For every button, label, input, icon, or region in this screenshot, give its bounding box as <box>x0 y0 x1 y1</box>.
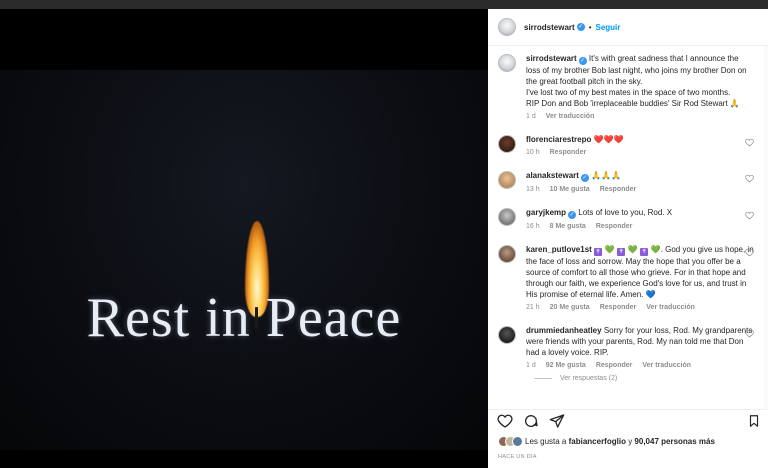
follow-button[interactable]: Seguir <box>596 23 621 32</box>
avatar[interactable] <box>498 208 516 226</box>
likes-count[interactable]: 20 Me gusta <box>550 304 590 311</box>
comment-author[interactable]: karen_putlove1st <box>526 245 592 254</box>
verified-icon: ✓ <box>580 174 589 182</box>
view-replies-label[interactable]: Ver respuestas (2) <box>560 375 617 382</box>
bookmark-icon[interactable] <box>746 413 762 429</box>
comments-feed[interactable]: sirrodstewart ✓ It's with great sadness t… <box>488 47 768 409</box>
liker-avatars[interactable] <box>498 436 523 447</box>
caption-line-3: RIP Don and Bob 'irreplaceable buddies' … <box>526 99 740 108</box>
post-actions <box>488 409 768 431</box>
comment: karen_putlove1st ✝ 💚 ✝ 💚 ✝ 💚. God you gi… <box>488 244 768 311</box>
like-heart-icon[interactable] <box>745 211 754 220</box>
caption-time: 1 d <box>526 113 536 120</box>
reply-link[interactable]: Responder <box>600 304 637 311</box>
comment: florenciarestrepo ❤️❤️❤️ 10 h Responder <box>488 134 768 156</box>
post-media[interactable]: Rest in Peace <box>0 9 488 468</box>
comment-text: Lots of love to you, Rod. X <box>578 208 673 217</box>
comment-emoji-row: ✝ 💚 ✝ 💚 ✝ 💚 <box>594 245 661 256</box>
comment-time: 10 h <box>526 149 540 156</box>
post-side-panel: sirrodstewart ✓ • Seguir sirrodstewart ✓ … <box>488 9 768 468</box>
comment-time: 13 h <box>526 186 540 193</box>
like-heart-icon[interactable] <box>497 413 513 429</box>
avatar[interactable] <box>498 326 516 344</box>
comment-author[interactable]: alanakstewart <box>526 171 579 180</box>
comment-author[interactable]: florenciarestrepo <box>526 135 591 144</box>
caption-line-2: I've lost two of my best mates in the sp… <box>526 88 731 97</box>
comment-time: 21 h <box>526 304 540 311</box>
post-author[interactable]: sirrodstewart <box>524 23 575 32</box>
verified-icon: ✓ <box>576 23 585 31</box>
verified-icon: ✓ <box>568 211 577 219</box>
like-heart-icon[interactable] <box>745 174 754 183</box>
avatar[interactable] <box>498 171 516 189</box>
caption: sirrodstewart ✓ It's with great sadness t… <box>488 53 768 120</box>
image-caption-text: Rest in Peace <box>86 287 402 349</box>
comment: drummiedanheatley Sorry for your loss, R… <box>488 325 768 369</box>
comment-time: 16 h <box>526 223 540 230</box>
likes-count[interactable]: 10 Me gusta <box>550 186 590 193</box>
avatar[interactable] <box>498 245 516 263</box>
comment-time: 1 d <box>526 362 536 369</box>
browser-top-bar <box>0 0 768 9</box>
reply-link[interactable]: Responder <box>600 186 637 193</box>
comment-author[interactable]: drummiedanheatley <box>526 326 602 335</box>
likes-mid: y <box>628 437 633 446</box>
likes-prefix: Les gusta a <box>525 437 567 446</box>
verified-icon: ✓ <box>578 57 587 65</box>
comment: garyjkemp ✓ Lots of love to you, Rod. X 1… <box>488 207 768 230</box>
scrollbar[interactable] <box>764 46 768 409</box>
comment-text: ❤️❤️❤️ <box>593 135 624 144</box>
translate-link[interactable]: Ver traducción <box>546 113 595 120</box>
translate-link[interactable]: Ver traducción <box>646 304 695 311</box>
comment-author[interactable]: garyjkemp <box>526 208 566 217</box>
reply-link[interactable]: Responder <box>550 149 587 156</box>
post-timestamp: HACE UN DÍA <box>498 454 537 460</box>
like-heart-icon[interactable] <box>745 248 754 257</box>
reply-link[interactable]: Responder <box>596 223 633 230</box>
like-heart-icon[interactable] <box>745 138 754 147</box>
like-heart-icon[interactable] <box>745 329 754 338</box>
likes-summary: Les gusta a fabiancerfoglio y 90,047 per… <box>498 436 715 447</box>
reply-link[interactable]: Responder <box>596 362 633 369</box>
avatar[interactable] <box>498 54 516 72</box>
replies-divider <box>534 378 552 379</box>
avatar[interactable] <box>498 135 516 153</box>
likes-count[interactable]: 90,047 personas más <box>634 437 715 446</box>
likes-count[interactable]: 92 Me gusta <box>546 362 586 369</box>
comment: alanakstewart ✓ 🙏🙏🙏 13 h 10 Me gusta Resp… <box>488 170 768 193</box>
post-header: sirrodstewart ✓ • Seguir <box>488 9 768 46</box>
likes-count[interactable]: 8 Me gusta <box>550 223 586 230</box>
avatar[interactable] <box>498 18 516 36</box>
translate-link[interactable]: Ver traducción <box>642 362 691 369</box>
comment-text: 🙏🙏🙏 <box>591 171 622 180</box>
separator-dot: • <box>588 22 592 32</box>
comment-bubble-icon[interactable] <box>523 413 539 429</box>
view-replies-link[interactable]: Ver respuestas (2) <box>488 375 768 382</box>
post-photo <box>0 70 488 450</box>
share-send-icon[interactable] <box>549 413 565 429</box>
caption-author[interactable]: sirrodstewart <box>526 54 577 63</box>
liker-username[interactable]: fabiancerfoglio <box>569 437 626 446</box>
